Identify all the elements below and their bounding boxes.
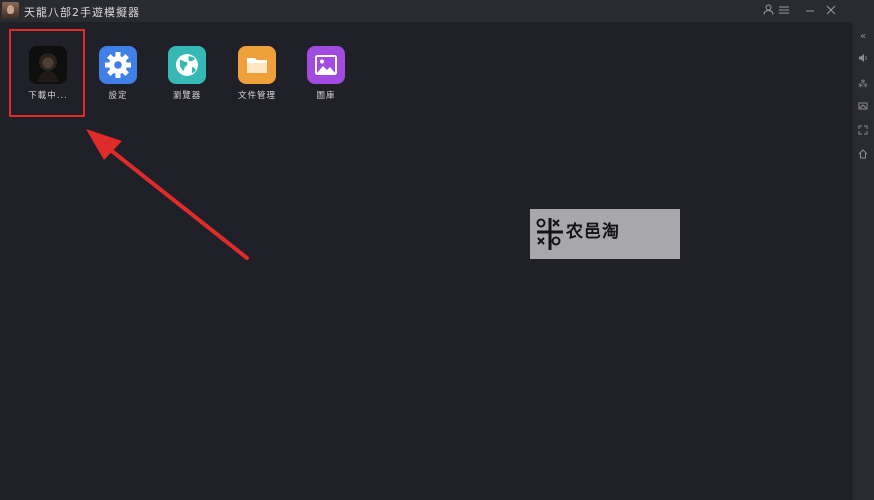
volume-icon[interactable] (854, 52, 872, 70)
browser-icon (168, 46, 206, 84)
screenshot-icon[interactable] (854, 100, 872, 118)
watermark-logo-icon (536, 218, 563, 250)
icon-label: 圖庫 (316, 91, 336, 101)
desktop-icon-file-manager[interactable]: 文件管理 (227, 46, 287, 116)
icon-label: 瀏覽器 (172, 91, 202, 101)
watermark-text: 农邑淘 (566, 222, 620, 242)
folder-icon (238, 46, 276, 84)
settings-icon (99, 46, 137, 84)
icon-label: 設定 (108, 91, 128, 101)
desktop-icon-browser[interactable]: 瀏覽器 (157, 46, 217, 116)
title-bar: 天龍八部2手遊模擬器 (0, 0, 874, 22)
close-icon[interactable] (822, 2, 840, 20)
icon-label: 文件管理 (237, 91, 276, 101)
collapse-icon[interactable]: « (854, 28, 872, 46)
gamepad-icon[interactable]: ⁂ (854, 76, 872, 94)
app-logo (2, 2, 19, 19)
watermark: 农邑淘 (530, 209, 680, 259)
window-title: 天龍八部2手遊模擬器 (24, 6, 140, 19)
right-toolbar: « ⁂ (851, 22, 874, 500)
fullscreen-icon[interactable] (854, 124, 872, 142)
minimize-icon[interactable] (801, 2, 819, 20)
menu-icon[interactable] (775, 2, 793, 20)
gallery-icon (307, 46, 345, 84)
desktop-icon-gallery[interactable]: 圖庫 (296, 46, 356, 116)
home-icon[interactable] (854, 148, 872, 166)
highlight-box (9, 29, 85, 117)
desktop-icon-settings[interactable]: 設定 (88, 46, 148, 116)
